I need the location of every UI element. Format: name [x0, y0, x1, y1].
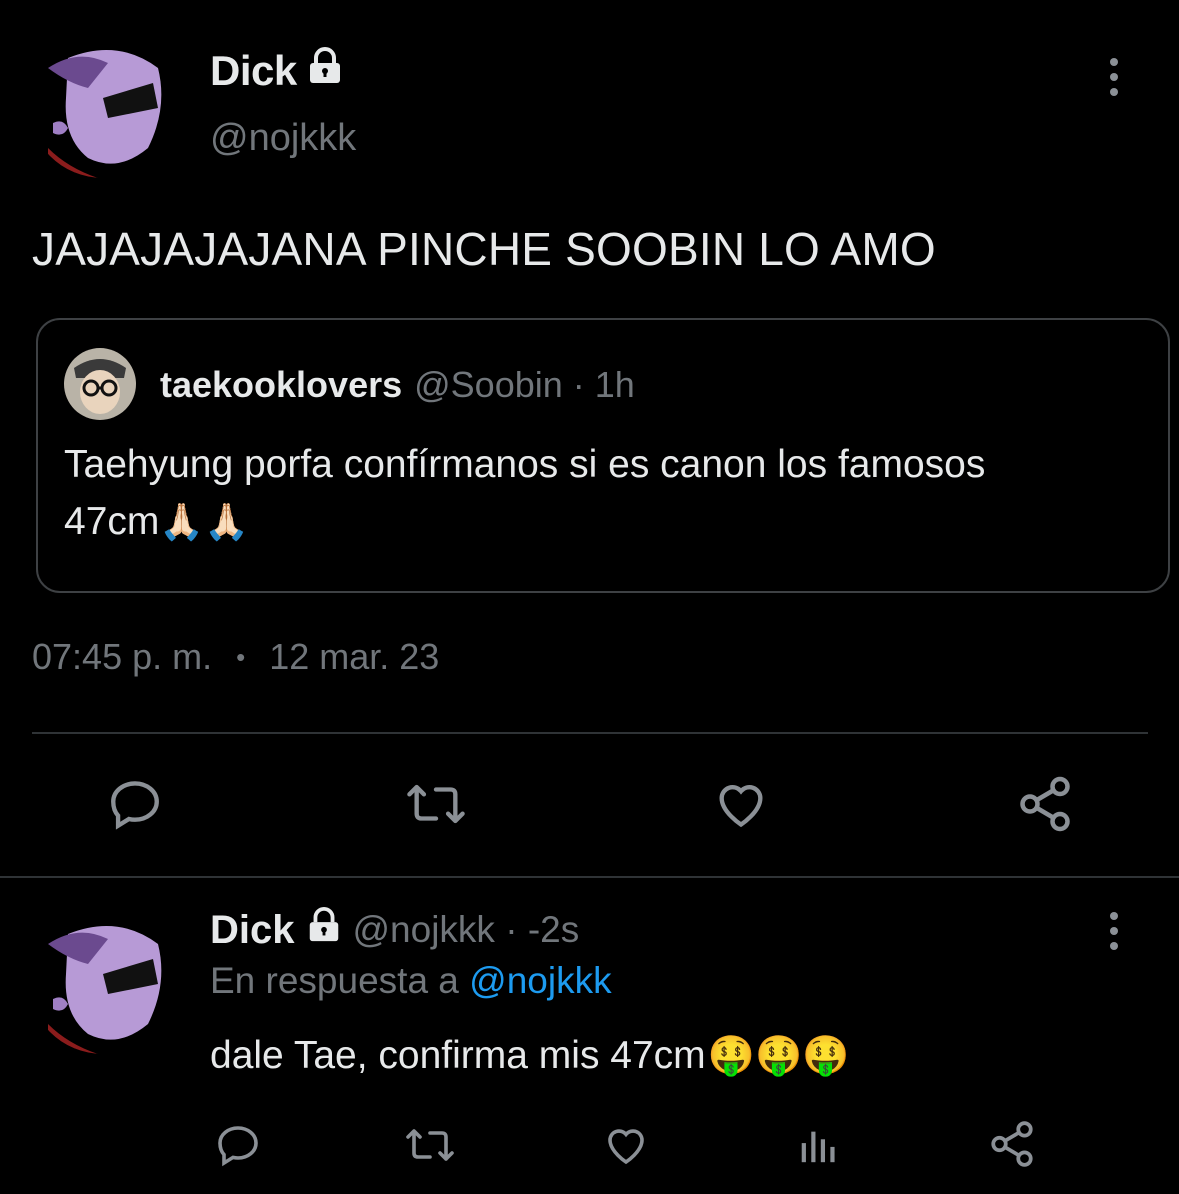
divider	[32, 732, 1148, 734]
reply-text-row: dale Tae, confirma mis 47cm 🤑🤑🤑	[210, 1034, 850, 1078]
tweet-date: 12 mar. 23	[269, 636, 440, 677]
in-reply-to: En respuesta a @nojkkk	[210, 960, 612, 1002]
timestamp-separator: •	[236, 642, 246, 672]
lock-icon	[305, 46, 345, 96]
tweet-separator	[0, 876, 1179, 878]
heart-icon	[608, 1129, 644, 1165]
share-button[interactable]	[1010, 772, 1080, 836]
stats-icon	[801, 1131, 835, 1163]
quoted-author-name: taekooklovers	[160, 364, 403, 405]
share-icon	[1020, 776, 1070, 832]
quoted-header: taekooklovers @Soobin · 1h	[160, 364, 635, 406]
author-name-row[interactable]: Dick	[210, 46, 345, 96]
reply-icon	[111, 781, 159, 830]
money-mouth-emoji: 🤑🤑🤑	[707, 1035, 850, 1077]
reply-more-options-icon[interactable]	[1110, 912, 1118, 950]
tweet-text: JAJAJAJAJANA PINCHE SOOBIN LO AMO	[32, 223, 936, 275]
quoted-text-line2: 47cm	[64, 500, 160, 543]
in-reply-handle-link[interactable]: @nojkkk	[469, 960, 611, 1001]
reply-text: dale Tae, confirma mis 47cm	[210, 1034, 706, 1077]
reply-stats-button[interactable]	[792, 1118, 842, 1172]
author-avatar[interactable]	[28, 28, 178, 178]
reply-retweet-button[interactable]	[400, 1118, 460, 1172]
quoted-author-avatar	[64, 348, 136, 420]
reply-author-name[interactable]: Dick	[210, 908, 295, 953]
author-name[interactable]: Dick	[210, 47, 297, 95]
reply-reply-button[interactable]	[210, 1118, 266, 1172]
tweet-time: 07:45 p. m.	[32, 636, 213, 677]
reply-icon	[218, 1126, 258, 1167]
pray-emoji: 🙏🏻🙏🏻	[159, 501, 250, 542]
share-icon	[991, 1121, 1033, 1167]
reply-button[interactable]	[100, 772, 170, 836]
reply-header[interactable]: Dick @nojkkk · -2s	[210, 906, 579, 954]
heart-icon	[719, 785, 763, 828]
quoted-tweet[interactable]: taekooklovers @Soobin · 1h Taehyung porf…	[36, 318, 1170, 593]
retweet-icon	[407, 784, 465, 824]
reply-share-button[interactable]	[984, 1116, 1040, 1172]
reply-like-button[interactable]	[598, 1118, 654, 1172]
quoted-author-meta: @Soobin · 1h	[414, 364, 635, 405]
reply-author-avatar[interactable]	[28, 904, 178, 1054]
tweet-timestamp[interactable]: 07:45 p. m. • 12 mar. 23	[32, 636, 439, 678]
author-handle[interactable]: @nojkkk	[210, 117, 356, 160]
reply-author-meta: @nojkkk · -2s	[352, 909, 580, 950]
retweet-button[interactable]	[400, 772, 472, 836]
retweet-icon	[406, 1129, 454, 1161]
like-button[interactable]	[706, 772, 776, 836]
in-reply-prefix: En respuesta a	[210, 960, 459, 1001]
quoted-text-line1: Taehyung porfa confírmanos si es canon l…	[64, 443, 986, 486]
lock-icon	[305, 906, 343, 954]
more-options-icon[interactable]	[1110, 58, 1118, 96]
quoted-text: Taehyung porfa confírmanos si es canon l…	[64, 436, 1154, 550]
